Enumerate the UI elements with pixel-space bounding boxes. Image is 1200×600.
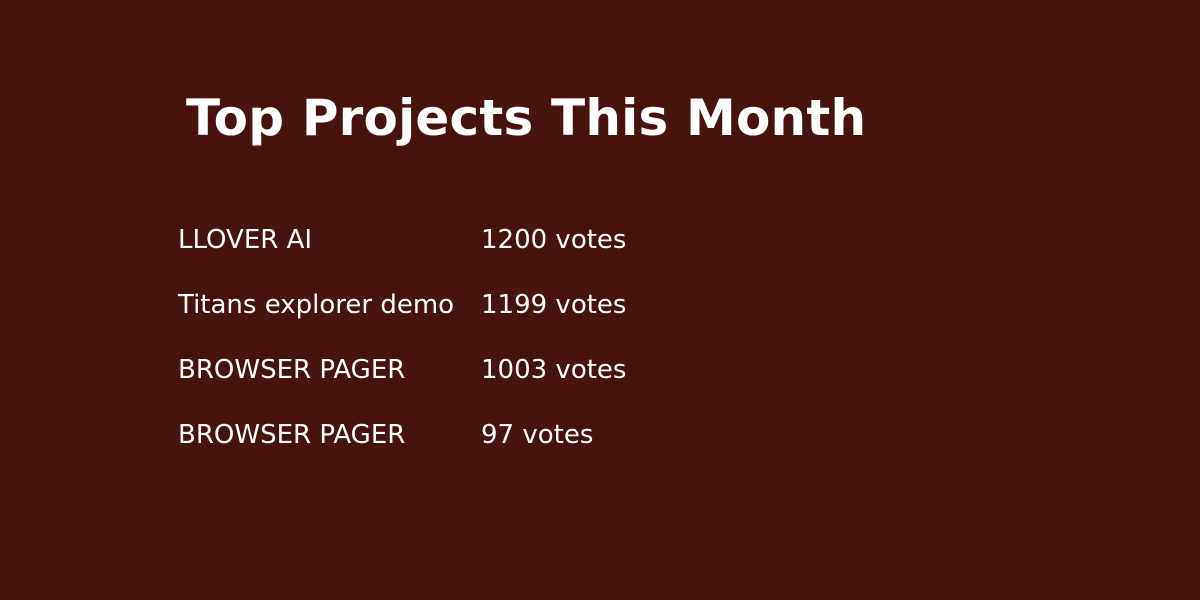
list-item: BROWSER PAGER 1003 votes [178, 350, 878, 415]
list-item: Titans explorer demo 1199 votes [178, 285, 878, 350]
project-list: LLOVER AI 1200 votes Titans explorer dem… [178, 220, 878, 480]
project-name: BROWSER PAGER [178, 420, 406, 450]
list-item: BROWSER PAGER 97 votes [178, 415, 878, 480]
project-votes: 97 votes [481, 420, 594, 450]
project-votes: 1199 votes [481, 290, 627, 320]
project-votes: 1200 votes [481, 225, 627, 255]
project-votes: 1003 votes [481, 355, 627, 385]
project-name: Titans explorer demo [178, 290, 455, 320]
page-title: Top Projects This Month [186, 89, 867, 147]
project-name: LLOVER AI [178, 225, 313, 255]
project-name: BROWSER PAGER [178, 355, 406, 385]
list-item: LLOVER AI 1200 votes [178, 220, 878, 285]
